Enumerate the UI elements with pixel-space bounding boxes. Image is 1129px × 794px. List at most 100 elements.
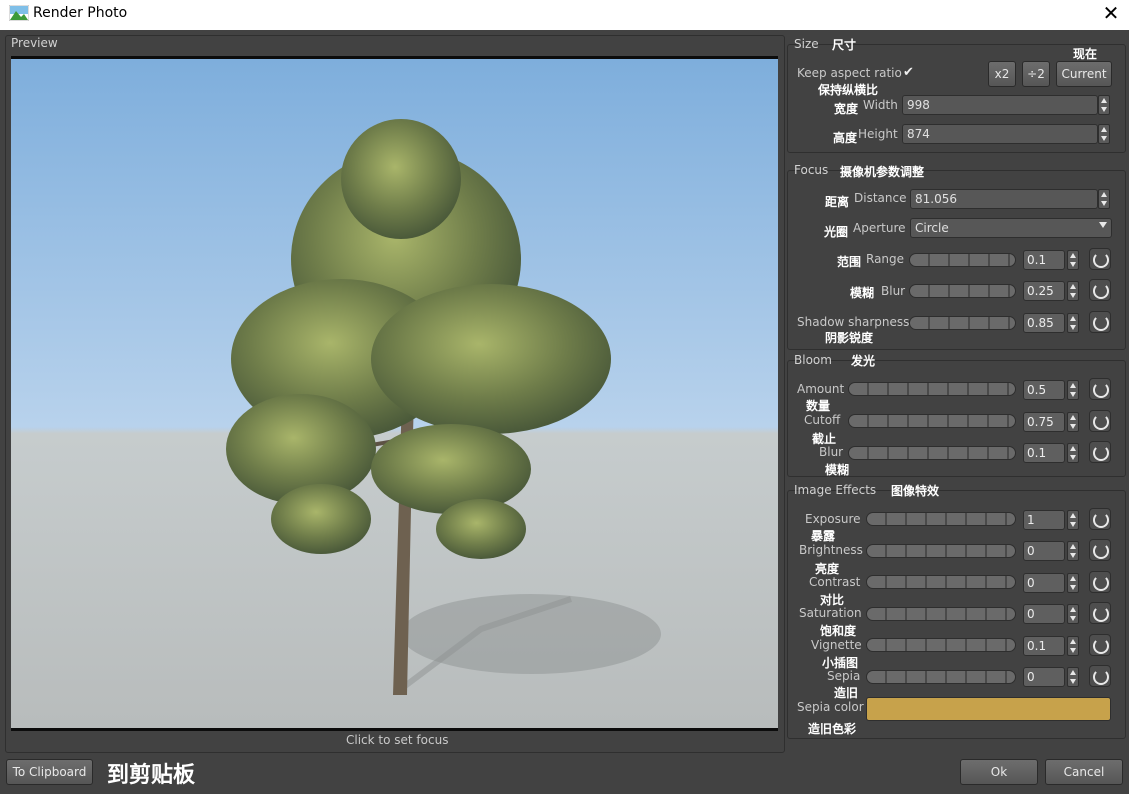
distance-label: Distance	[854, 191, 907, 205]
ok-button[interactable]: Ok	[960, 759, 1038, 785]
saturation-zh: 饱和度	[820, 624, 857, 638]
focus-blur-slider[interactable]	[909, 284, 1016, 298]
cutoff-spinner[interactable]	[1067, 412, 1079, 432]
saturation-label: Saturation	[799, 606, 862, 620]
exposure-zh: 暴露	[811, 529, 836, 543]
sepia-color-swatch[interactable]	[866, 697, 1111, 721]
amount-zh: 数量	[806, 399, 831, 413]
aperture-zh: 光圈	[824, 225, 849, 239]
keep-aspect-label: Keep aspect ratio	[797, 66, 902, 80]
focus-blur-reset-icon[interactable]	[1089, 279, 1111, 301]
preview-image[interactable]	[11, 56, 778, 731]
height-spinner[interactable]	[1098, 124, 1110, 144]
vignette-slider[interactable]	[866, 638, 1016, 652]
chevron-down-icon[interactable]	[1099, 222, 1107, 228]
focus-blur-label: Blur	[881, 284, 906, 298]
contrast-value[interactable]: 0	[1023, 573, 1065, 593]
to-clipboard-button[interactable]: To Clipboard	[6, 759, 93, 785]
cutoff-reset-icon[interactable]	[1089, 410, 1111, 432]
vignette-spinner[interactable]	[1067, 636, 1079, 656]
brightness-slider[interactable]	[866, 544, 1016, 558]
height-label: Height	[858, 127, 898, 141]
brightness-label: Brightness	[799, 543, 863, 557]
sepia-slider[interactable]	[866, 670, 1016, 684]
current-button[interactable]: Current	[1056, 61, 1112, 87]
aperture-select[interactable]: Circle	[910, 218, 1112, 238]
x2-button[interactable]: x2	[988, 61, 1016, 87]
focus-title: Focus	[794, 163, 829, 177]
dialog-body: Preview Click to set focus Size 尺寸 现在 Ke…	[0, 30, 1129, 794]
contrast-label: Contrast	[809, 575, 861, 589]
close-icon[interactable]: ✕	[1099, 2, 1123, 26]
brightness-reset-icon[interactable]	[1089, 539, 1111, 561]
shadow-sharpness-spinner[interactable]	[1067, 313, 1079, 333]
brightness-spinner[interactable]	[1067, 541, 1079, 561]
sepia-spinner[interactable]	[1067, 667, 1079, 687]
height-input[interactable]: 874	[902, 124, 1098, 144]
bloom-blur-zh: 模糊	[825, 463, 850, 477]
bloom-title: Bloom	[794, 353, 832, 367]
exposure-spinner[interactable]	[1067, 510, 1079, 530]
cutoff-value[interactable]: 0.75	[1023, 412, 1065, 432]
exposure-value[interactable]: 1	[1023, 510, 1065, 530]
bloom-blur-label: Blur	[819, 445, 844, 459]
bloom-blur-reset-icon[interactable]	[1089, 441, 1111, 463]
sepia-label: Sepia	[827, 669, 861, 683]
amount-reset-icon[interactable]	[1089, 378, 1111, 400]
to-clipboard-zh: 到剪贴板	[107, 763, 196, 788]
focus-title-zh: 摄像机参数调整	[840, 165, 925, 179]
vignette-value[interactable]: 0.1	[1023, 636, 1065, 656]
width-label: Width	[863, 98, 898, 112]
sepia-value[interactable]: 0	[1023, 667, 1065, 687]
width-input[interactable]: 998	[902, 95, 1098, 115]
amount-spinner[interactable]	[1067, 380, 1079, 400]
divide2-button[interactable]: ÷2	[1022, 61, 1050, 87]
aperture-label: Aperture	[853, 221, 906, 235]
shadow-sharpness-zh: 阴影锐度	[825, 331, 874, 345]
range-zh: 范围	[837, 255, 862, 269]
app-icon	[9, 5, 29, 21]
image-effects-title: Image Effects	[794, 483, 877, 497]
height-zh: 高度	[833, 131, 858, 145]
shadow-sharpness-slider[interactable]	[909, 316, 1016, 330]
range-slider[interactable]	[909, 253, 1016, 267]
keep-aspect-checkbox[interactable]: ✔	[903, 66, 917, 80]
preview-label: Preview	[11, 36, 58, 50]
shadow-sharpness-value[interactable]: 0.85	[1023, 313, 1065, 333]
width-spinner[interactable]	[1098, 95, 1110, 115]
saturation-reset-icon[interactable]	[1089, 602, 1111, 624]
distance-input[interactable]: 81.056	[910, 189, 1098, 209]
cutoff-slider[interactable]	[848, 414, 1016, 428]
saturation-value[interactable]: 0	[1023, 604, 1065, 624]
width-zh: 宽度	[834, 102, 859, 116]
size-title: Size	[794, 37, 819, 51]
sepia-reset-icon[interactable]	[1089, 665, 1111, 687]
cancel-button[interactable]: Cancel	[1045, 759, 1123, 785]
contrast-spinner[interactable]	[1067, 573, 1079, 593]
focus-blur-spinner[interactable]	[1067, 281, 1079, 301]
shadow-sharpness-reset-icon[interactable]	[1089, 311, 1111, 333]
contrast-reset-icon[interactable]	[1089, 571, 1111, 593]
distance-spinner[interactable]	[1098, 189, 1110, 209]
exposure-slider[interactable]	[866, 512, 1016, 526]
saturation-slider[interactable]	[866, 607, 1016, 621]
focus-blur-value[interactable]: 0.25	[1023, 281, 1065, 301]
contrast-slider[interactable]	[866, 575, 1016, 589]
bloom-blur-spinner[interactable]	[1067, 443, 1079, 463]
size-title-zh: 尺寸	[832, 38, 857, 52]
range-reset-icon[interactable]	[1089, 248, 1111, 270]
exposure-label: Exposure	[805, 512, 861, 526]
amount-value[interactable]: 0.5	[1023, 380, 1065, 400]
bloom-blur-slider[interactable]	[848, 446, 1016, 460]
saturation-spinner[interactable]	[1067, 604, 1079, 624]
focus-blur-zh: 模糊	[850, 286, 875, 300]
shadow-sharpness-label: Shadow sharpness	[797, 315, 910, 329]
brightness-value[interactable]: 0	[1023, 541, 1065, 561]
range-spinner[interactable]	[1067, 250, 1079, 270]
title-bar: Render Photo ✕	[0, 0, 1129, 30]
exposure-reset-icon[interactable]	[1089, 508, 1111, 530]
bloom-blur-value[interactable]: 0.1	[1023, 443, 1065, 463]
range-value[interactable]: 0.1	[1023, 250, 1065, 270]
vignette-reset-icon[interactable]	[1089, 634, 1111, 656]
amount-slider[interactable]	[848, 382, 1016, 396]
